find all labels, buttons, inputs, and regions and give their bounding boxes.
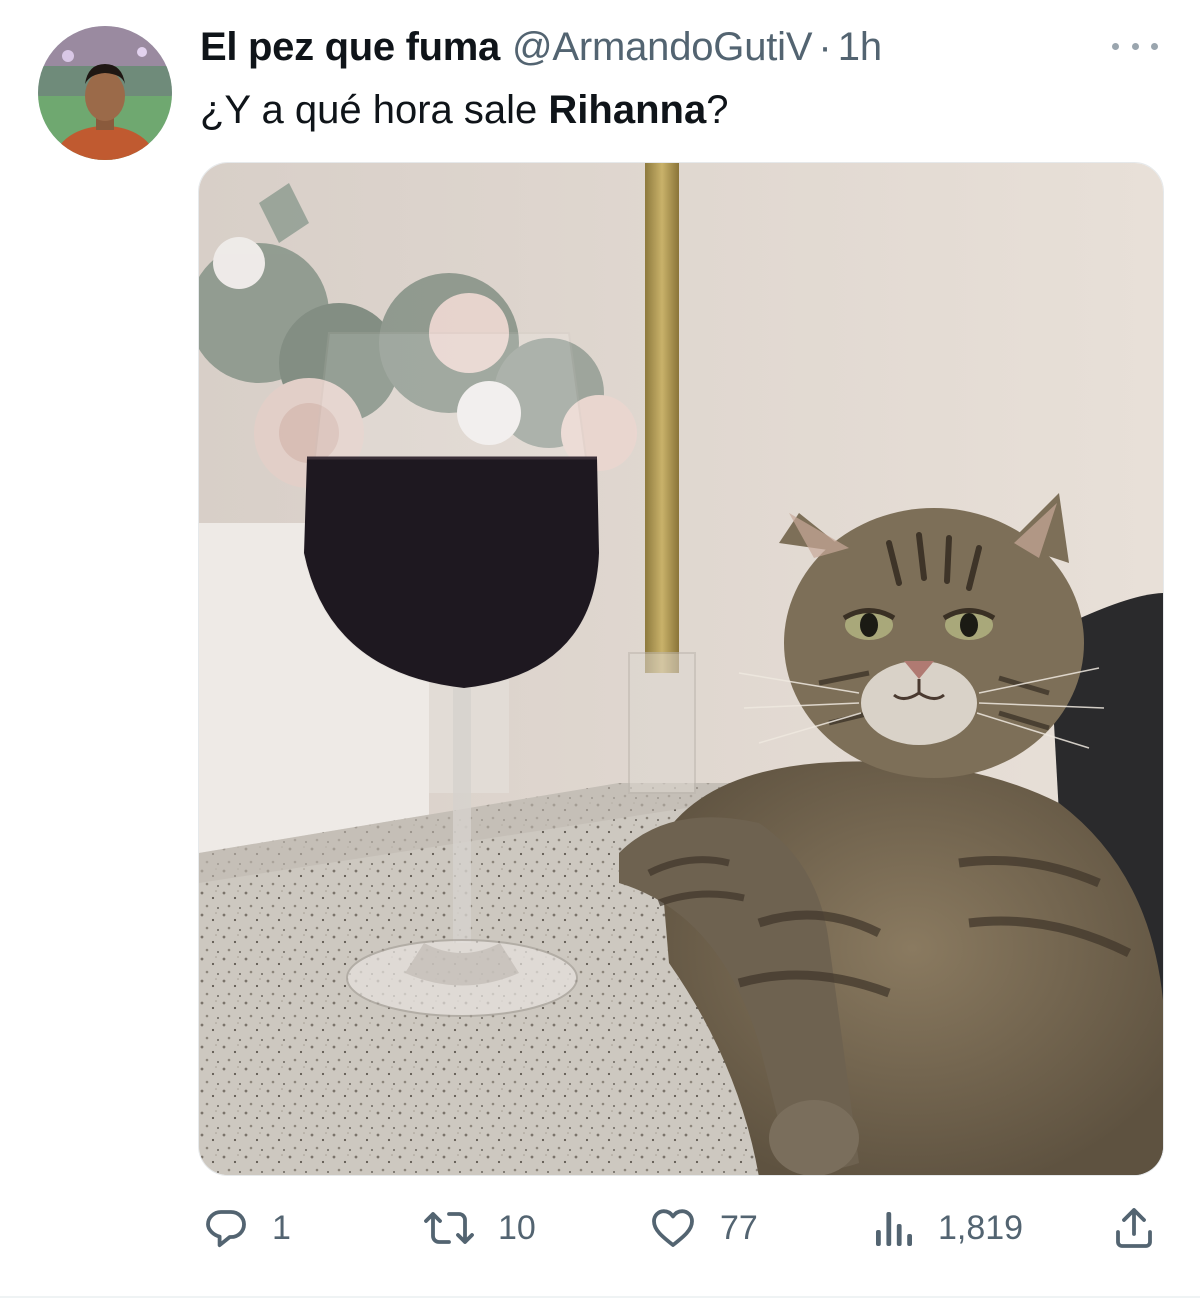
timestamp[interactable]: 1h [838,25,883,69]
tweet-text-bold: Rihanna [548,88,707,132]
divider [0,1296,1200,1298]
views-icon [876,1212,912,1246]
reply-icon [206,1210,246,1248]
heart-icon [652,1209,694,1247]
cat-with-wine-photo [199,163,1163,1175]
retweet-button[interactable]: 10 [422,1196,536,1260]
avatar[interactable] [38,26,172,160]
views-button[interactable]: 1,819 [872,1196,1023,1260]
author-handle[interactable]: @ArmandoGutiV [512,25,813,69]
like-button[interactable]: 77 [648,1196,758,1260]
tweet[interactable]: El pez que fuma @ArmandoGutiV · 1h ¿Y a qué… [0,0,1200,1301]
reply-button[interactable]: 1 [202,1196,291,1260]
avatar-photo [38,26,172,160]
view-count: 1,819 [938,1208,1024,1247]
tweet-header: El pez que fuma @ArmandoGutiV · 1h [200,22,1140,72]
author-name[interactable]: El pez que fuma [200,25,500,69]
more-icon[interactable] [1112,34,1158,58]
tweet-text-end: ? [706,88,729,132]
tweet-text-start: ¿Y a qué hora sale [200,88,549,132]
retweet-icon [424,1212,474,1244]
share-button[interactable] [1110,1196,1158,1260]
separator: · [818,25,832,69]
share-icon [1116,1208,1152,1248]
reply-count: 1 [272,1208,291,1247]
tweet-text: ¿Y a qué hora sale Rihanna? [200,82,728,138]
action-bar: 1 10 77 1,819 [200,1196,1162,1260]
tweet-media-image[interactable] [198,162,1164,1176]
retweet-count: 10 [498,1208,536,1247]
like-count: 77 [720,1208,758,1247]
